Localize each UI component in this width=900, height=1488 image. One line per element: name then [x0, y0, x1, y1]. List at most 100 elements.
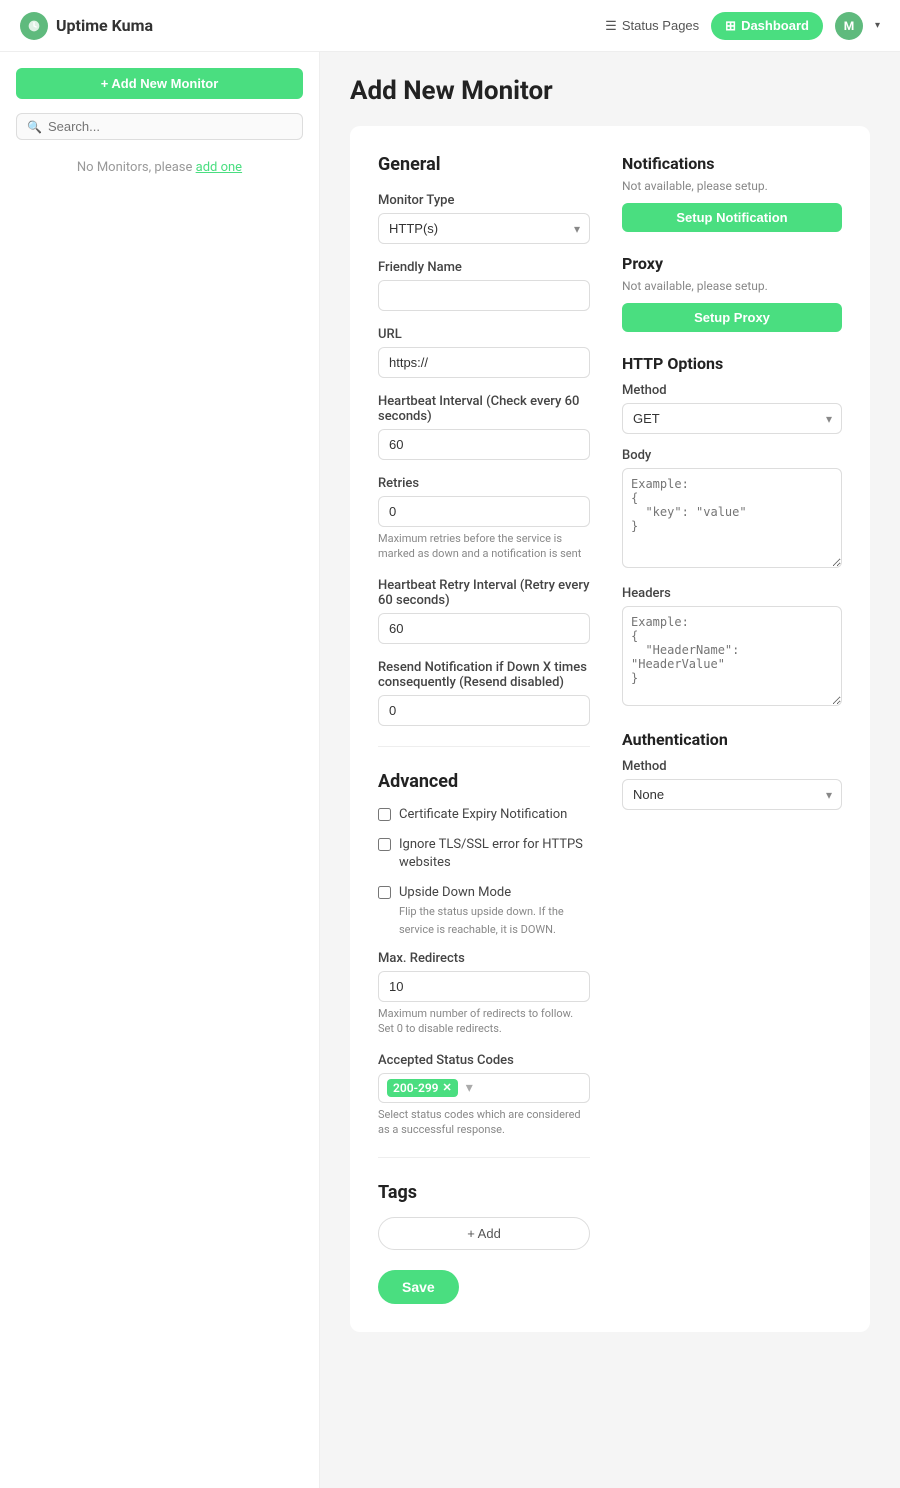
headers-label: Headers — [622, 586, 842, 601]
advanced-section-title: Advanced — [378, 771, 590, 792]
cert-expiry-label: Certificate Expiry Notification — [399, 806, 567, 824]
brand-name: Uptime Kuma — [56, 16, 153, 35]
navbar: Uptime Kuma ☰ Status Pages ⊞ Dashboard M… — [0, 0, 900, 52]
upside-down-checkbox[interactable] — [378, 886, 391, 899]
url-group: URL — [378, 327, 590, 378]
friendly-name-label: Friendly Name — [378, 260, 590, 275]
form-columns: General Monitor Type HTTP(s) TCP Port Pi… — [378, 154, 842, 1304]
url-label: URL — [378, 327, 590, 342]
auth-method-select-wrapper: None HTTP Basic Auth NTLM — [622, 779, 842, 810]
status-tag-200-299: 200-299 ✕ — [387, 1079, 458, 1097]
body-label: Body — [622, 448, 842, 463]
hamburger-icon: ☰ — [605, 18, 617, 34]
max-redirects-input[interactable] — [378, 971, 590, 1002]
retry-interval-label: Heartbeat Retry Interval (Retry every 60… — [378, 578, 590, 608]
add-tag-button[interactable]: + Add — [378, 1217, 590, 1250]
cert-expiry-group: Certificate Expiry Notification — [378, 806, 590, 824]
tags-section-title: Tags — [378, 1182, 590, 1203]
accepted-codes-hint: Select status codes which are considered… — [378, 1107, 590, 1138]
notifications-section: Notifications Not available, please setu… — [622, 154, 842, 232]
setup-proxy-button[interactable]: Setup Proxy — [622, 303, 842, 332]
auth-method-label: Method — [622, 759, 842, 774]
search-icon: 🔍 — [27, 120, 42, 134]
retry-interval-group: Heartbeat Retry Interval (Retry every 60… — [378, 578, 590, 644]
authentication-title: Authentication — [622, 730, 842, 749]
heartbeat-label: Heartbeat Interval (Check every 60 secon… — [378, 394, 590, 424]
divider-2 — [378, 1157, 590, 1158]
user-menu-chevron-icon[interactable]: ▾ — [875, 20, 880, 31]
accepted-codes-dropdown-icon[interactable]: ▾ — [466, 1080, 473, 1096]
accepted-codes-group: Accepted Status Codes 200-299 ✕ ▾ Select… — [378, 1053, 590, 1138]
resend-input[interactable] — [378, 695, 590, 726]
auth-method-select[interactable]: None HTTP Basic Auth NTLM — [622, 779, 842, 810]
upside-down-label: Upside Down Mode Flip the status upside … — [399, 884, 590, 939]
navbar-right: ☰ Status Pages ⊞ Dashboard M ▾ — [605, 12, 880, 40]
add-one-link[interactable]: add one — [196, 160, 242, 175]
search-input[interactable] — [48, 119, 292, 134]
headers-textarea[interactable] — [622, 606, 842, 706]
main-content: Add New Monitor General Monitor Type HTT… — [320, 52, 900, 1488]
form-card: General Monitor Type HTTP(s) TCP Port Pi… — [350, 126, 870, 1332]
form-left-column: General Monitor Type HTTP(s) TCP Port Pi… — [378, 154, 590, 1304]
accepted-codes-container[interactable]: 200-299 ✕ ▾ — [378, 1073, 590, 1103]
brand-icon — [20, 12, 48, 40]
http-method-select-wrapper: GET POST PUT PATCH DELETE — [622, 403, 842, 434]
proxy-section: Proxy Not available, please setup. Setup… — [622, 254, 842, 332]
http-method-label: Method — [622, 383, 842, 398]
http-method-group: Method GET POST PUT PATCH DELETE — [622, 383, 842, 434]
user-avatar[interactable]: M — [835, 12, 863, 40]
form-right-column: Notifications Not available, please setu… — [622, 154, 842, 1304]
friendly-name-group: Friendly Name — [378, 260, 590, 311]
monitor-type-select[interactable]: HTTP(s) TCP Port Ping DNS Push — [378, 213, 590, 244]
body-group: Body — [622, 448, 842, 572]
retries-label: Retries — [378, 476, 590, 491]
save-button[interactable]: Save — [378, 1270, 459, 1304]
proxy-title: Proxy — [622, 254, 842, 273]
page-title: Add New Monitor — [350, 76, 870, 106]
heartbeat-input[interactable] — [378, 429, 590, 460]
resend-group: Resend Notification if Down X times cons… — [378, 660, 590, 726]
max-redirects-label: Max. Redirects — [378, 951, 590, 966]
monitor-type-group: Monitor Type HTTP(s) TCP Port Ping DNS P… — [378, 193, 590, 244]
no-monitors-message: No Monitors, please add one — [16, 160, 303, 175]
divider-1 — [378, 746, 590, 747]
url-input[interactable] — [378, 347, 590, 378]
retry-interval-input[interactable] — [378, 613, 590, 644]
ignore-tls-group: Ignore TLS/SSL error for HTTPS websites — [378, 836, 590, 872]
monitor-type-select-wrapper: HTTP(s) TCP Port Ping DNS Push — [378, 213, 590, 244]
monitor-type-label: Monitor Type — [378, 193, 590, 208]
ignore-tls-label: Ignore TLS/SSL error for HTTPS websites — [399, 836, 590, 872]
brand: Uptime Kuma — [20, 12, 153, 40]
grid-icon: ⊞ — [725, 18, 736, 34]
max-redirects-hint: Maximum number of redirects to follow. S… — [378, 1006, 590, 1037]
auth-method-group: Method None HTTP Basic Auth NTLM — [622, 759, 842, 810]
accepted-codes-label: Accepted Status Codes — [378, 1053, 590, 1068]
ignore-tls-checkbox[interactable] — [378, 838, 391, 851]
heartbeat-group: Heartbeat Interval (Check every 60 secon… — [378, 394, 590, 460]
general-section-title: General — [378, 154, 590, 175]
add-monitor-button[interactable]: + Add New Monitor — [16, 68, 303, 99]
max-redirects-group: Max. Redirects Maximum number of redirec… — [378, 951, 590, 1037]
upside-down-group: Upside Down Mode Flip the status upside … — [378, 884, 590, 939]
notifications-unavailable-text: Not available, please setup. — [622, 179, 842, 193]
friendly-name-input[interactable] — [378, 280, 590, 311]
status-tag-remove-icon[interactable]: ✕ — [443, 1081, 452, 1094]
resend-label: Resend Notification if Down X times cons… — [378, 660, 590, 690]
retries-input[interactable] — [378, 496, 590, 527]
retries-group: Retries Maximum retries before the servi… — [378, 476, 590, 562]
search-container: 🔍 — [16, 113, 303, 140]
layout: + Add New Monitor 🔍 No Monitors, please … — [0, 52, 900, 1488]
sidebar: + Add New Monitor 🔍 No Monitors, please … — [0, 52, 320, 1488]
retries-hint: Maximum retries before the service is ma… — [378, 531, 590, 562]
body-textarea[interactable] — [622, 468, 842, 568]
http-method-select[interactable]: GET POST PUT PATCH DELETE — [622, 403, 842, 434]
proxy-unavailable-text: Not available, please setup. — [622, 279, 842, 293]
dashboard-button[interactable]: ⊞ Dashboard — [711, 12, 823, 40]
notifications-title: Notifications — [622, 154, 842, 173]
cert-expiry-checkbox[interactable] — [378, 808, 391, 821]
setup-notification-button[interactable]: Setup Notification — [622, 203, 842, 232]
headers-group: Headers — [622, 586, 842, 710]
http-options-title: HTTP Options — [622, 354, 842, 373]
upside-down-hint: Flip the status upside down. If the serv… — [399, 905, 564, 936]
status-pages-button[interactable]: ☰ Status Pages — [605, 18, 699, 34]
